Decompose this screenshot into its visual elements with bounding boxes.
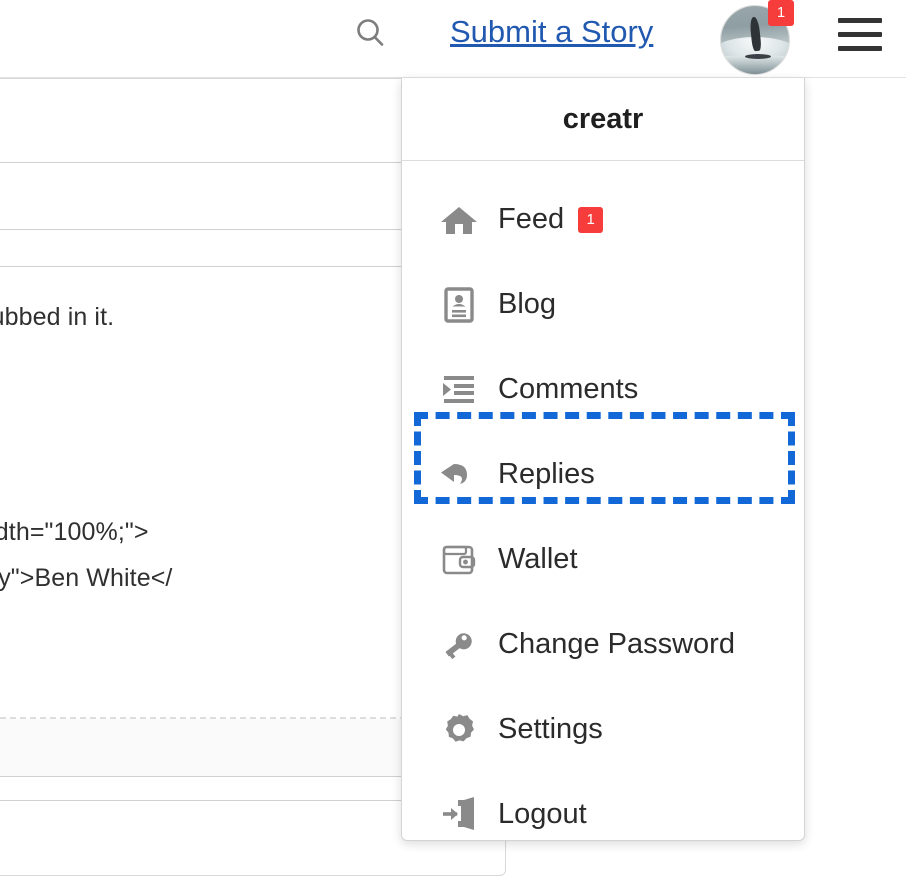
hamburger-bar — [838, 46, 882, 51]
menu-item-change-password[interactable]: Change Password — [402, 602, 804, 687]
menu-item-label: Comments — [498, 373, 639, 405]
menu-item-logout[interactable]: Logout — [402, 772, 804, 857]
id-card-icon — [436, 282, 482, 328]
gear-icon — [436, 707, 482, 753]
menu-item-label: Feed — [498, 203, 565, 235]
menu-item-label: Settings — [498, 713, 603, 745]
menu-item-label: Replies — [498, 458, 595, 490]
search-icon[interactable] — [353, 16, 389, 52]
feed-badge: 1 — [578, 206, 604, 233]
hamburger-menu-icon[interactable] — [836, 15, 884, 55]
dropdown-item-list: Feed 1 Blog Comments Replies Wallet Chan… — [402, 161, 804, 857]
hamburger-bar — [838, 32, 882, 37]
background-text-line: hitephotography">Ben White</ — [0, 564, 173, 592]
menu-item-replies[interactable]: Replies — [402, 432, 804, 517]
hamburger-bar — [838, 18, 882, 23]
background-text-line: rder:0;" width="100%;"> — [0, 518, 149, 546]
indent-list-icon — [436, 367, 482, 413]
username-title: creatr — [562, 102, 644, 135]
top-navigation-bar: Submit a Story 1 — [0, 0, 906, 78]
menu-item-comments[interactable]: Comments — [402, 347, 804, 432]
menu-item-feed[interactable]: Feed 1 — [402, 177, 804, 262]
logout-icon — [436, 792, 482, 838]
menu-item-wallet[interactable]: Wallet — [402, 517, 804, 602]
key-icon — [436, 622, 482, 668]
menu-item-label: Change Password — [498, 628, 735, 660]
menu-item-label: Logout — [498, 798, 587, 830]
app-screenshot: my nose rubbed in it. rder:0;" width="10… — [0, 0, 906, 884]
avatar-notification-badge: 1 — [768, 0, 794, 26]
reply-arrow-icon — [436, 452, 482, 498]
avatar-foam — [721, 56, 789, 74]
menu-item-settings[interactable]: Settings — [402, 687, 804, 772]
background-text-line: my nose rubbed in it. — [0, 303, 115, 331]
menu-item-label: Wallet — [498, 543, 578, 575]
menu-item-label: Blog — [498, 288, 557, 320]
submit-a-story-link[interactable]: Submit a Story — [450, 14, 653, 50]
home-icon — [436, 197, 482, 243]
dropdown-header: creatr — [402, 78, 804, 161]
avatar-surfboard — [745, 53, 772, 59]
menu-item-blog[interactable]: Blog — [402, 262, 804, 347]
user-dropdown-menu: creatr Feed 1 Blog Comments Replies Wall… — [401, 78, 805, 841]
wallet-icon — [436, 537, 482, 583]
